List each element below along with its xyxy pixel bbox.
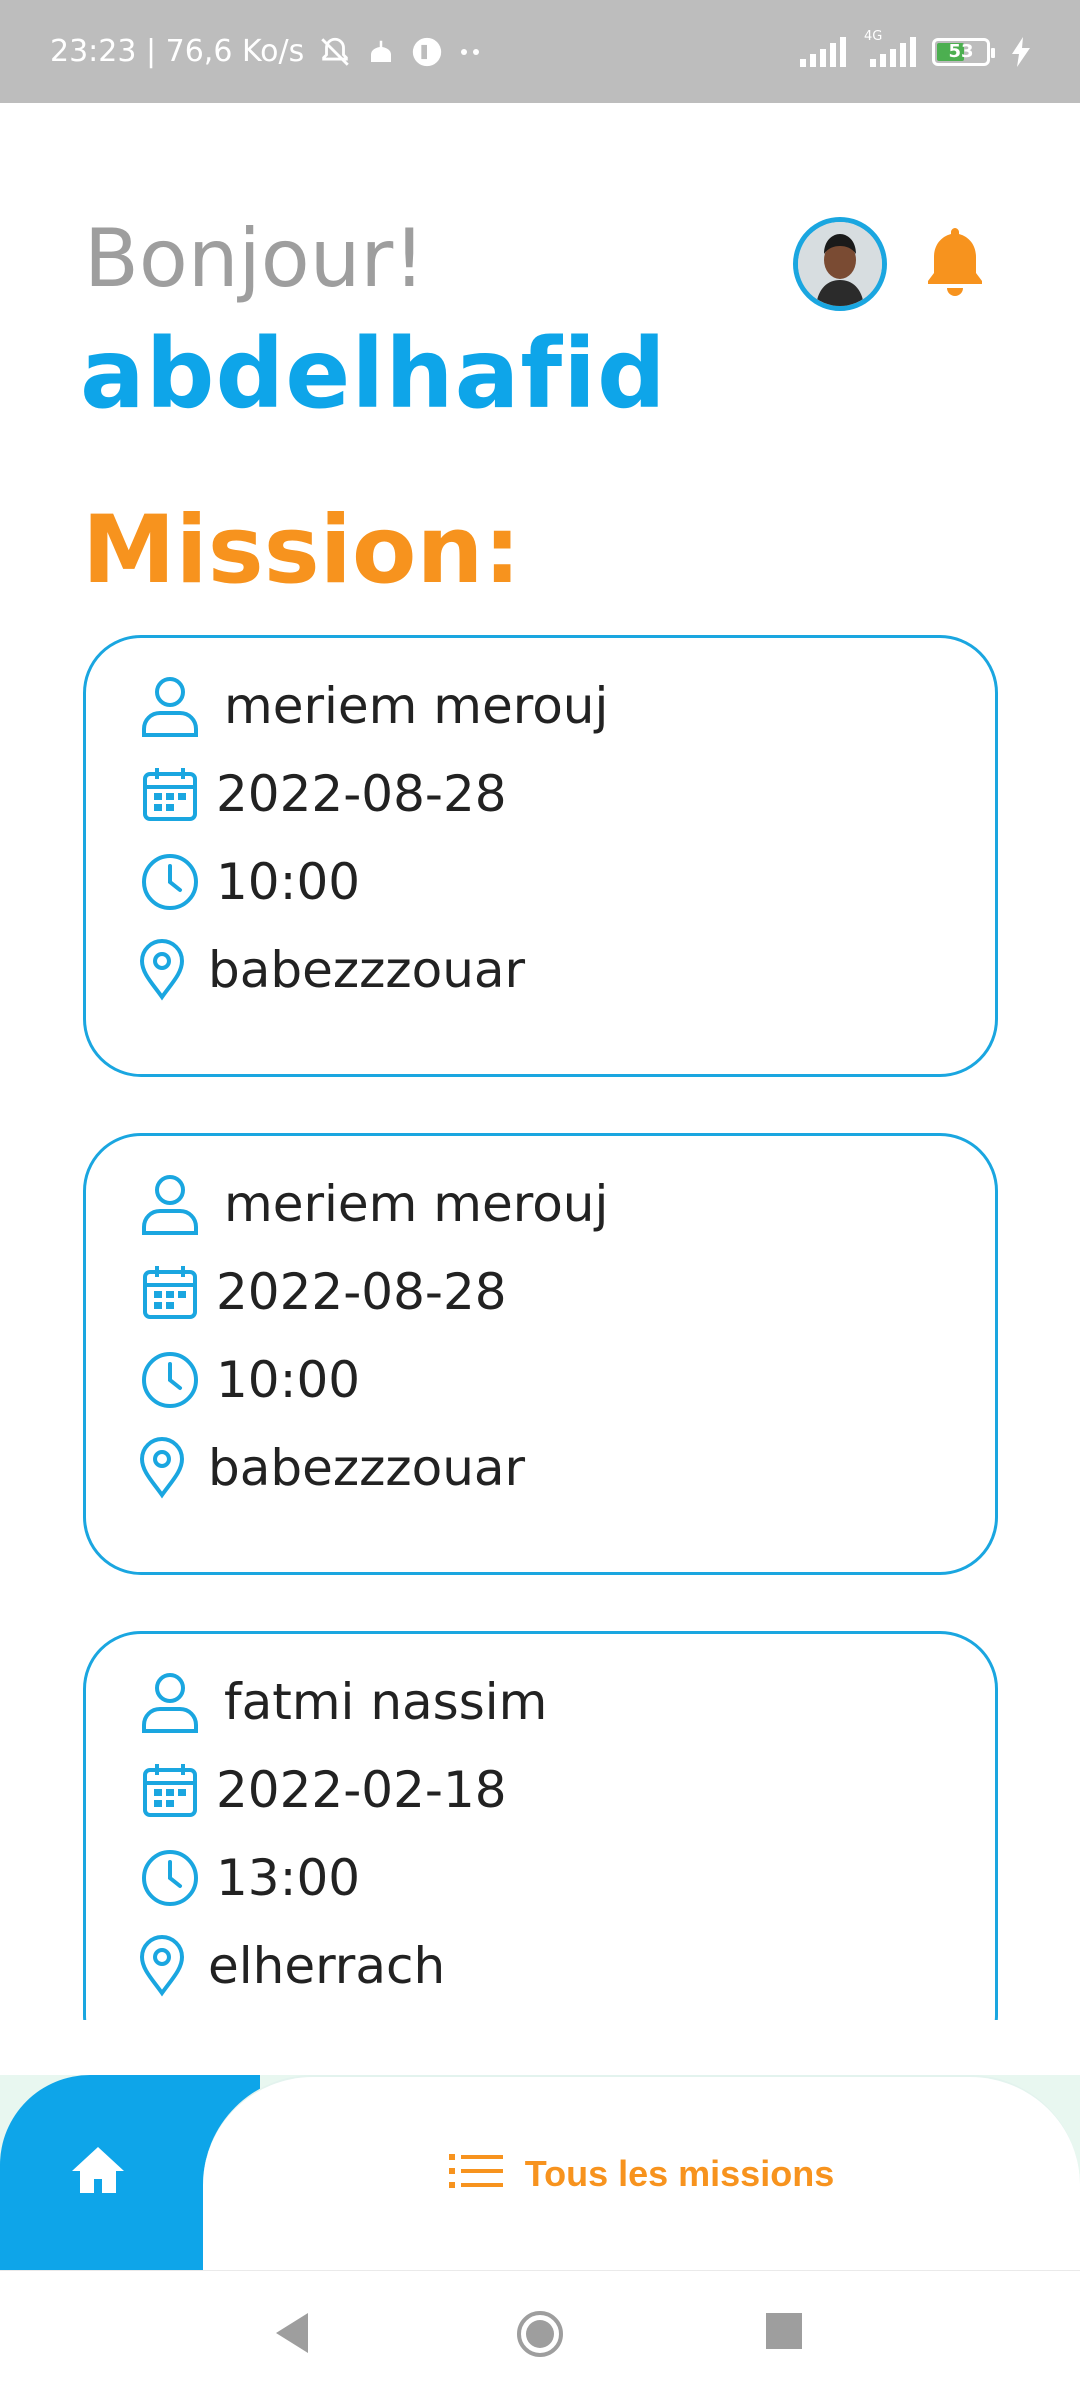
mission-location: elherrach: [208, 1937, 446, 1995]
greeting-text: Bonjour!: [84, 212, 426, 305]
mission-time-row: 13:00: [138, 1846, 360, 1910]
mission-date-row: 2022-02-18: [138, 1758, 507, 1822]
mission-client: fatmi nassim: [224, 1673, 548, 1731]
mission-date-row: 2022-08-28: [138, 1260, 507, 1324]
mission-location: babezzzouar: [208, 941, 526, 999]
system-navigation-bar: [0, 2270, 1080, 2400]
mission-card[interactable]: meriem merouj 2022-08-28 10:00 babezzzou…: [83, 1133, 998, 1575]
location-pin-icon: [138, 1934, 186, 1998]
mosque-icon: [366, 37, 396, 67]
mission-list[interactable]: meriem merouj 2022-08-28 10:00 babezzzou…: [0, 630, 1080, 2020]
mission-location-row: babezzzouar: [138, 938, 525, 1002]
battery-indicator: 53: [932, 37, 995, 66]
mission-client-row: meriem merouj: [138, 674, 608, 738]
mission-time: 13:00: [216, 1849, 361, 1907]
home-icon: [70, 2145, 126, 2200]
mission-date: 2022-08-28: [216, 1263, 507, 1321]
username: abdelhafid: [80, 318, 667, 430]
mission-time: 10:00: [216, 1351, 361, 1409]
mission-location-row: elherrach: [138, 1934, 445, 1998]
mission-client: meriem merouj: [224, 677, 609, 735]
location-pin-icon: [138, 1436, 186, 1500]
status-bar: 23:23 | 76,6 Ko/s 4G 53: [0, 0, 1080, 103]
charging-bolt-icon: [1012, 36, 1030, 67]
clock-icon: [138, 1846, 202, 1910]
status-time-speed: 23:23 | 76,6 Ko/s: [50, 34, 305, 69]
person-icon: [138, 1172, 202, 1236]
mission-location-row: babezzzouar: [138, 1436, 525, 1500]
mission-client-row: meriem merouj: [138, 1172, 608, 1236]
person-icon: [138, 674, 202, 738]
mission-time-row: 10:00: [138, 1348, 360, 1412]
bell-off-icon: [318, 35, 352, 69]
mission-date-row: 2022-08-28: [138, 762, 507, 826]
mission-client: meriem merouj: [224, 1175, 609, 1233]
app-circle-icon: [410, 35, 444, 69]
battery-percent: 53: [948, 41, 974, 62]
mission-time: 10:00: [216, 853, 361, 911]
calendar-icon: [138, 1758, 202, 1822]
location-pin-icon: [138, 938, 186, 1002]
clock-icon: [138, 850, 202, 914]
list-icon: [448, 2153, 503, 2194]
all-missions-tab[interactable]: Tous les missions: [203, 2075, 1080, 2270]
calendar-icon: [138, 1260, 202, 1324]
more-dots-icon: [458, 47, 484, 57]
mission-date: 2022-08-28: [216, 765, 507, 823]
person-icon: [138, 1670, 202, 1734]
network-type: 4G: [864, 28, 883, 44]
home-circle-icon[interactable]: [515, 2309, 565, 2364]
section-title: Mission:: [82, 496, 521, 605]
signal-4g-icon: 4G: [862, 29, 918, 67]
mission-location: babezzzouar: [208, 1439, 526, 1497]
calendar-icon: [138, 762, 202, 826]
recents-icon[interactable]: [766, 2313, 802, 2354]
mission-date: 2022-02-18: [216, 1761, 507, 1819]
avatar[interactable]: [793, 217, 887, 311]
bell-icon[interactable]: [924, 224, 986, 300]
mission-card[interactable]: fatmi nassim 2022-02-18 13:00 elherrach: [83, 1631, 998, 2020]
mission-client-row: fatmi nassim: [138, 1670, 547, 1734]
back-icon[interactable]: [272, 2311, 312, 2360]
mission-card[interactable]: meriem merouj 2022-08-28 10:00 babezzzou…: [83, 635, 998, 1077]
mission-time-row: 10:00: [138, 850, 360, 914]
clock-icon: [138, 1348, 202, 1412]
signal-icon: [800, 36, 848, 67]
all-missions-label: Tous les missions: [524, 2152, 835, 2194]
